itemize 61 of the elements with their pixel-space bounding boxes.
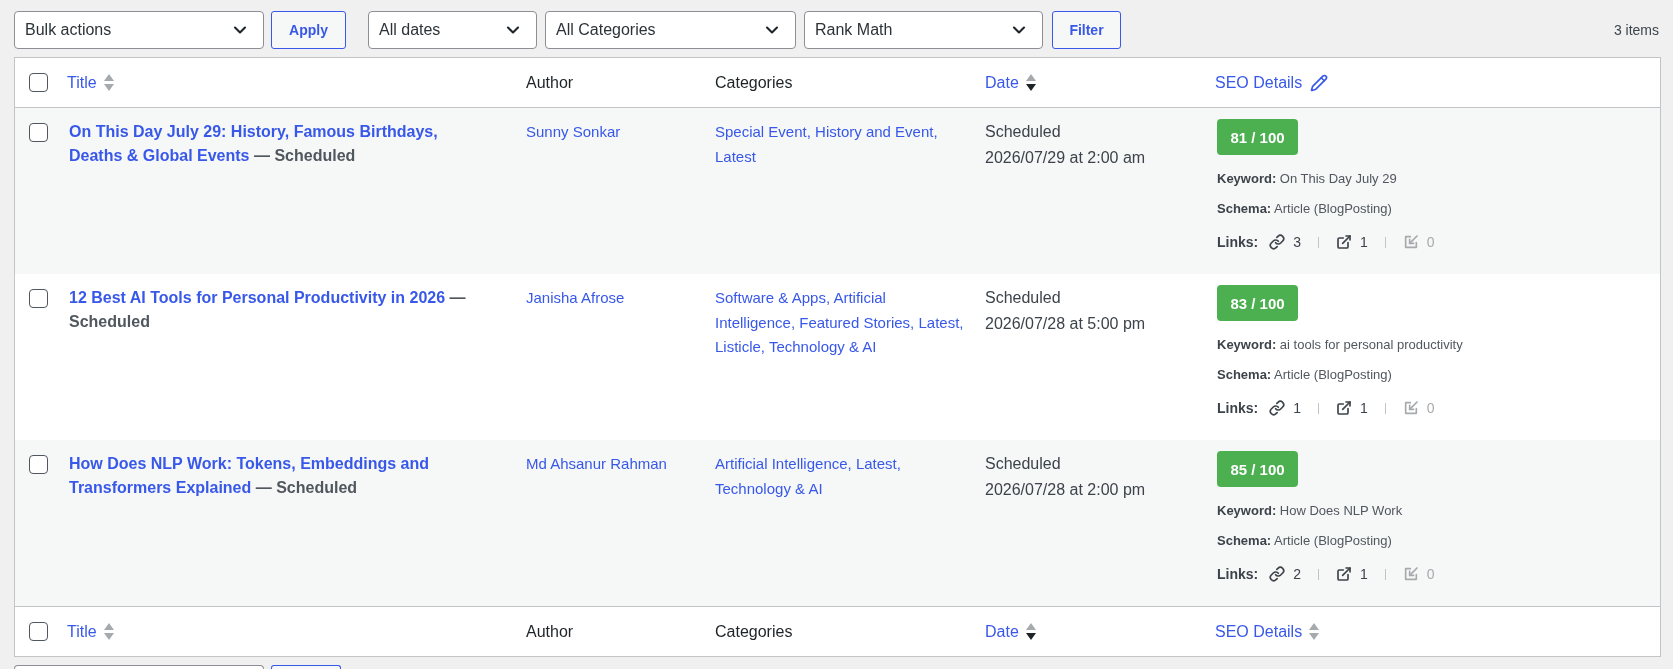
publish-date: 2026/07/28 at 2:00 pm [985, 479, 1146, 500]
filter-select[interactable]: All Categories [545, 11, 796, 49]
pencil-icon [1310, 73, 1329, 92]
filter-select[interactable]: Rank Math [804, 11, 1043, 49]
link-count: 3 [1293, 234, 1302, 250]
column-sort-link[interactable]: SEO Details [1215, 622, 1320, 641]
filter-select[interactable]: All dates [368, 11, 537, 49]
publish-date: 2026/07/29 at 2:00 am [985, 147, 1146, 168]
column-sort-link[interactable]: Date [985, 73, 1036, 92]
select-checkbox[interactable] [29, 455, 48, 474]
link-count: 1 [1360, 400, 1368, 416]
column-header-link[interactable]: SEO Details [1215, 73, 1329, 92]
items-count: 3 items [1613, 22, 1659, 38]
schema-type: Schema: Article (BlogPosting) [1217, 366, 1392, 384]
author-link[interactable]: Md Ahsanur Rahman [526, 452, 667, 476]
column-header: Author [526, 622, 574, 641]
action-button[interactable] [271, 665, 341, 669]
bulk-actions-select[interactable]: Bulk actions [14, 11, 264, 49]
schema-type: Schema: Article (BlogPosting) [1217, 532, 1392, 550]
select-checkbox[interactable] [29, 622, 48, 641]
post-categories[interactable]: Artificial Intelligence, Latest, Technology & AI [715, 452, 965, 501]
seo-score-badge: 81 / 100 [1217, 119, 1298, 155]
seo-score-badge: 83 / 100 [1217, 285, 1298, 321]
publish-date: 2026/07/28 at 5:00 pm [985, 313, 1146, 334]
link-count: 0 [1426, 400, 1435, 416]
link-count: 1 [1360, 234, 1368, 250]
select-checkbox[interactable] [29, 73, 48, 92]
links-label: Links: [1217, 566, 1259, 582]
publish-status: Scheduled [985, 288, 1061, 308]
column-sort-link[interactable]: Title [67, 73, 114, 92]
publish-status: Scheduled [985, 122, 1061, 142]
focus-keyword: Keyword: How Does NLP Work [1217, 502, 1403, 520]
focus-keyword: Keyword: On This Day July 29 [1217, 170, 1397, 188]
focus-keyword: Keyword: ai tools for personal productivity [1217, 336, 1463, 354]
column-header: Author [526, 73, 574, 92]
link-count: 1 [1360, 566, 1368, 582]
author-link[interactable]: Janisha Afrose [526, 286, 625, 310]
select-checkbox[interactable] [29, 123, 48, 142]
post-title[interactable]: On This Day July 29: History, Famous Birthdays, Deaths & Global Events — Scheduled [69, 120, 479, 168]
links-label: Links: [1217, 400, 1259, 416]
post-title[interactable]: How Does NLP Work: Tokens, Embeddings and Transformers Explained — Scheduled [69, 452, 479, 500]
post-categories[interactable]: Software & Apps, Artificial Intelligence, Featured Stories, Latest, Listicle, Technology & AI [715, 286, 965, 360]
column-sort-link[interactable]: Date [985, 622, 1036, 641]
link-count: 2 [1293, 566, 1302, 582]
link-count: 1 [1293, 400, 1302, 416]
post-categories[interactable]: Special Event, History and Event, Latest [715, 120, 965, 169]
seo-score-badge: 85 / 100 [1217, 451, 1298, 487]
apply-button[interactable]: Apply [271, 11, 346, 49]
post-title[interactable]: 12 Best AI Tools for Personal Productivity in 2026 — Scheduled [69, 286, 479, 334]
column-header: Categories [715, 622, 793, 641]
link-count: 0 [1426, 566, 1435, 582]
column-sort-link[interactable]: Title [67, 622, 114, 641]
column-header: Categories [715, 73, 793, 92]
schema-type: Schema: Article (BlogPosting) [1217, 200, 1392, 218]
link-count: 0 [1426, 234, 1435, 250]
select-checkbox[interactable] [29, 289, 48, 308]
dropdown-field[interactable] [14, 665, 264, 669]
filter-button[interactable]: Filter [1052, 11, 1121, 49]
links-label: Links: [1217, 234, 1259, 250]
author-link[interactable]: Sunny Sonkar [526, 120, 621, 144]
publish-status: Scheduled [985, 454, 1061, 474]
